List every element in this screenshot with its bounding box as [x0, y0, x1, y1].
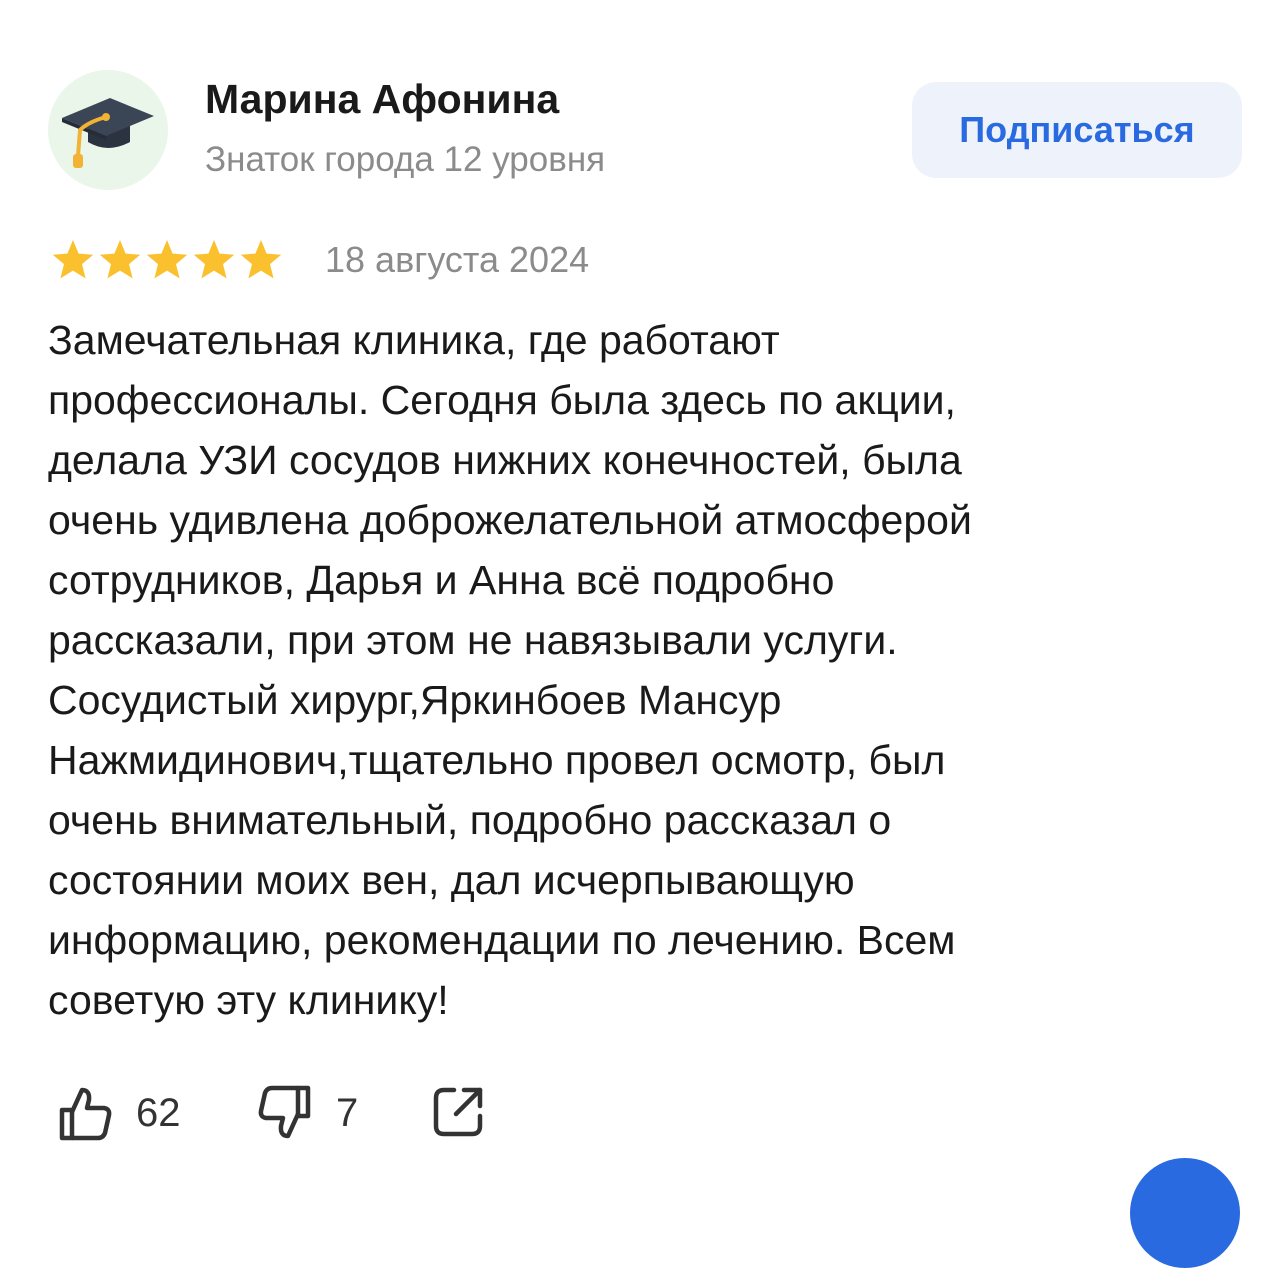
review-text-line: Нажмидинович,тщательно провел осмотр, бы… — [48, 737, 946, 783]
review-text-line: профессионалы. Сегодня была здесь по акц… — [48, 377, 956, 423]
review-text-line: сотрудников, Дарья и Анна всё подробно — [48, 557, 835, 603]
rating-stars — [50, 238, 284, 282]
like-button[interactable]: 62 — [56, 1084, 181, 1142]
share-icon — [433, 1087, 483, 1137]
avatar[interactable] — [48, 70, 168, 190]
author-level: Знаток города 12 уровня — [205, 140, 606, 179]
star-icon — [144, 238, 190, 282]
review-text-line: рассказали, при этом не навязывали услуг… — [48, 617, 898, 663]
subscribe-button[interactable]: Подписаться — [912, 82, 1242, 178]
star-icon — [97, 238, 143, 282]
floating-action-button[interactable] — [1130, 1158, 1240, 1268]
review-text-line: информацию, рекомендации по лечению. Все… — [48, 917, 956, 963]
review-text-line: делала УЗИ сосудов нижних конечностей, б… — [48, 437, 962, 483]
review-text-line: советую эту клинику! — [48, 977, 449, 1023]
star-icon — [191, 238, 237, 282]
review-text-line: очень удивлена доброжелательной атмосфер… — [48, 497, 972, 543]
review-text: Замечательная клиника, где работают профе… — [48, 310, 1188, 1030]
graduation-cap-icon — [62, 98, 154, 168]
review-text-line: Сосудистый хирург,Яркинбоев Мансур — [48, 677, 782, 723]
author-name[interactable]: Марина Афонина — [205, 76, 559, 123]
dislike-button[interactable]: 7 — [256, 1084, 358, 1142]
dislikes-count: 7 — [336, 1090, 359, 1135]
star-icon — [50, 238, 96, 282]
review-text-line: состоянии моих вен, дал исчерпывающую — [48, 857, 855, 903]
review-text-line: очень внимательный, подробно рассказал о — [48, 797, 892, 843]
review-date: 18 августа 2024 — [325, 239, 590, 280]
star-icon — [238, 238, 284, 282]
thumbs-up-icon — [59, 1087, 112, 1141]
review-text-line: Замечательная клиника, где работают — [48, 317, 780, 363]
share-button[interactable] — [430, 1084, 486, 1140]
likes-count: 62 — [136, 1090, 181, 1135]
thumbs-down-icon — [258, 1085, 311, 1139]
